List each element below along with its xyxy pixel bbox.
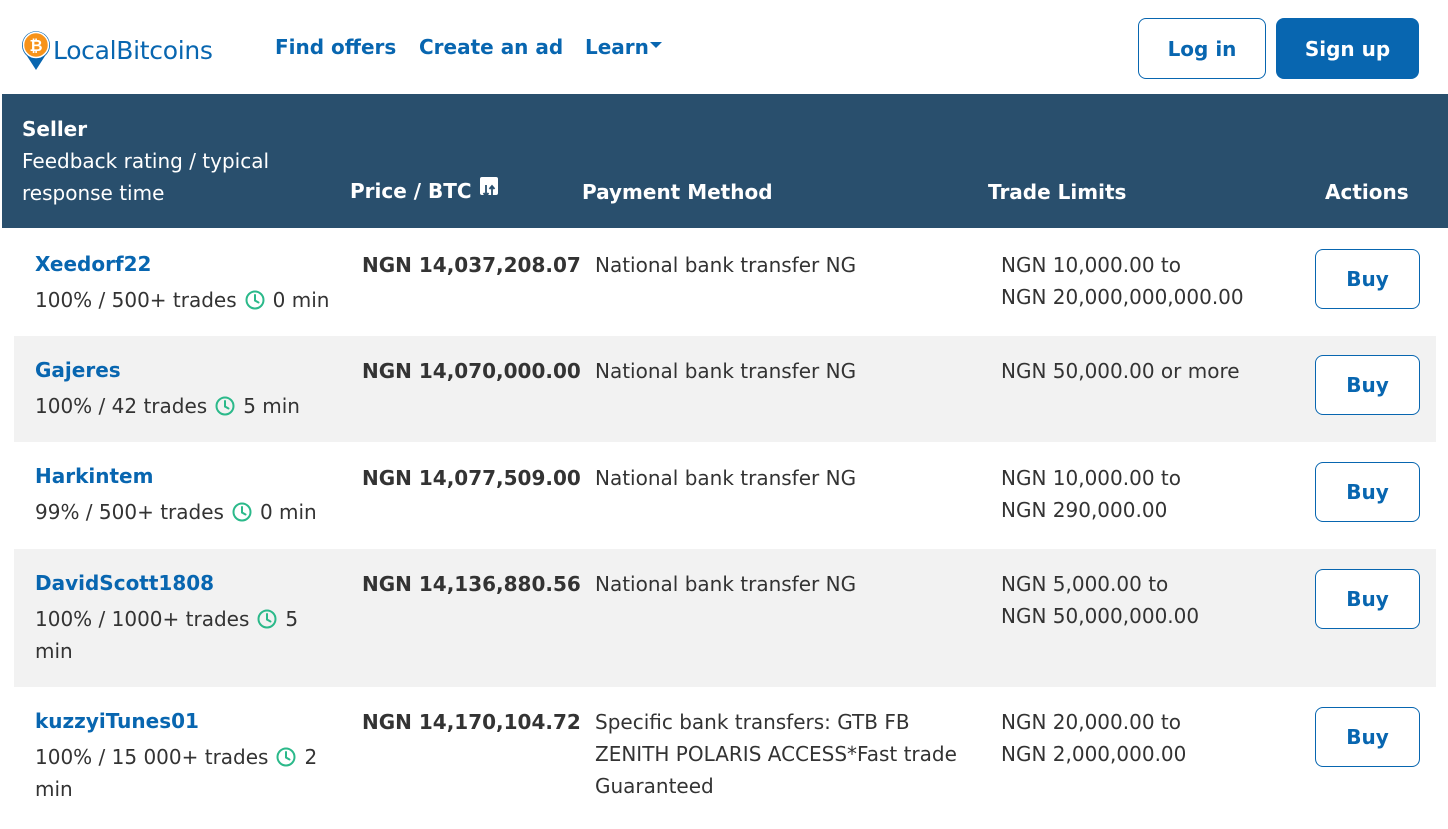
payment-method: National bank transfer NG: [595, 572, 857, 596]
trade-limits: NGN 10,000.00 to NGN 20,000,000,000.00: [1001, 249, 1281, 313]
nav-learn-label: Learn: [585, 35, 649, 59]
seller-link[interactable]: kuzzyiTunes01: [35, 709, 199, 733]
nav-create-ad[interactable]: Create an ad: [419, 35, 563, 59]
trade-limits: NGN 10,000.00 to NGN 290,000.00: [1001, 462, 1281, 526]
buy-button[interactable]: Buy: [1315, 249, 1420, 309]
seller-link[interactable]: Xeedorf22: [35, 252, 151, 276]
payment-method: National bank transfer NG: [595, 466, 857, 490]
table-row: Xeedorf22 100% / 500+ trades 0 min NGN 14…: [14, 228, 1436, 336]
header-payment: Payment Method: [582, 180, 773, 204]
clock-icon: [245, 290, 265, 310]
seller-link[interactable]: DavidScott1808: [35, 571, 214, 595]
buy-button[interactable]: Buy: [1315, 569, 1420, 629]
header-seller-sublabel: Feedback rating / typical response time: [22, 149, 270, 205]
seller-meta: 100% / 1000+ trades 5 min: [35, 603, 305, 667]
trade-limits: NGN 5,000.00 to NGN 50,000,000.00: [1001, 568, 1281, 632]
limit-line: NGN 20,000.00 to: [1001, 710, 1181, 734]
rating-text: 99% / 500+ trades: [35, 500, 224, 524]
table-row: Gajeres 100% / 42 trades 5 min NGN 14,070…: [14, 336, 1436, 442]
buy-button[interactable]: Buy: [1315, 355, 1420, 415]
limit-line: NGN 50,000.00 or more: [1001, 359, 1240, 383]
sort-icon[interactable]: [479, 177, 498, 198]
clock-icon: [215, 396, 235, 416]
table-row: Harkintem 99% / 500+ trades 0 min NGN 14,…: [14, 442, 1436, 549]
header-limits: Trade Limits: [988, 180, 1127, 204]
price-value: NGN 14,136,880.56: [362, 572, 581, 596]
login-button[interactable]: Log in: [1138, 18, 1266, 79]
header-seller: Seller Feedback rating / typical respons…: [22, 113, 312, 209]
limit-line: NGN 10,000.00 to: [1001, 253, 1181, 277]
rating-text: 100% / 1000+ trades: [35, 607, 250, 631]
response-time: 5 min: [243, 394, 300, 418]
trade-limits: NGN 50,000.00 or more: [1001, 355, 1281, 387]
payment-method: Specific bank transfers: GTB FB ZENITH P…: [595, 710, 957, 798]
seller-link[interactable]: Harkintem: [35, 464, 153, 488]
seller-meta: 99% / 500+ trades 0 min: [35, 496, 335, 528]
nav-learn-dropdown[interactable]: Learn: [585, 35, 662, 59]
trade-limits: NGN 20,000.00 to NGN 2,000,000.00: [1001, 706, 1281, 770]
buy-button[interactable]: Buy: [1315, 462, 1420, 522]
header-seller-label: Seller: [22, 117, 88, 141]
brand-logo[interactable]: ₿ LocalBitcoins: [21, 29, 213, 71]
payment-method: National bank transfer NG: [595, 359, 857, 383]
seller-link[interactable]: Gajeres: [35, 358, 121, 382]
table-row: DavidScott1808 100% / 1000+ trades 5 min …: [14, 549, 1436, 687]
top-navbar: ₿ LocalBitcoins Find offers Create an ad…: [0, 0, 1448, 94]
clock-icon: [232, 502, 252, 522]
limit-line: NGN 50,000,000.00: [1001, 604, 1200, 628]
nav-find-offers[interactable]: Find offers: [275, 35, 396, 59]
limit-line: NGN 10,000.00 to: [1001, 466, 1181, 490]
signup-button[interactable]: Sign up: [1276, 18, 1419, 79]
rating-text: 100% / 15 000+ trades: [35, 745, 269, 769]
limit-line: NGN 5,000.00 to: [1001, 572, 1169, 596]
price-value: NGN 14,070,000.00: [362, 359, 581, 383]
response-time: 0 min: [259, 500, 317, 524]
payment-method: National bank transfer NG: [595, 253, 857, 277]
caret-down-icon: [649, 41, 662, 48]
limit-line: NGN 20,000,000,000.00: [1001, 285, 1244, 309]
svg-text:₿: ₿: [29, 36, 42, 55]
response-time: 0 min: [272, 288, 330, 312]
buy-button[interactable]: Buy: [1315, 707, 1420, 767]
header-price-label: Price / BTC: [350, 179, 472, 203]
seller-meta: 100% / 42 trades 5 min: [35, 390, 335, 422]
brand-name: LocalBitcoins: [53, 35, 213, 65]
price-value: NGN 14,077,509.00: [362, 466, 581, 490]
rating-text: 100% / 500+ trades: [35, 288, 237, 312]
clock-icon: [276, 747, 296, 767]
limit-line: NGN 2,000,000.00: [1001, 742, 1187, 766]
seller-meta: 100% / 500+ trades 0 min: [35, 284, 335, 316]
offers-table-header: Seller Feedback rating / typical respons…: [2, 94, 1448, 228]
bitcoin-pin-logo-icon: ₿: [21, 29, 51, 71]
limit-line: NGN 290,000.00: [1001, 498, 1168, 522]
rating-text: 100% / 42 trades: [35, 394, 208, 418]
header-actions: Actions: [1325, 180, 1409, 204]
price-value: NGN 14,170,104.72: [362, 710, 581, 734]
seller-meta: 100% / 15 000+ trades 2 min: [35, 741, 325, 805]
table-row: kuzzyiTunes01 100% / 15 000+ trades 2 min…: [14, 687, 1436, 829]
price-value: NGN 14,037,208.07: [362, 253, 581, 277]
clock-icon: [257, 609, 277, 629]
header-price[interactable]: Price / BTC: [350, 175, 498, 207]
